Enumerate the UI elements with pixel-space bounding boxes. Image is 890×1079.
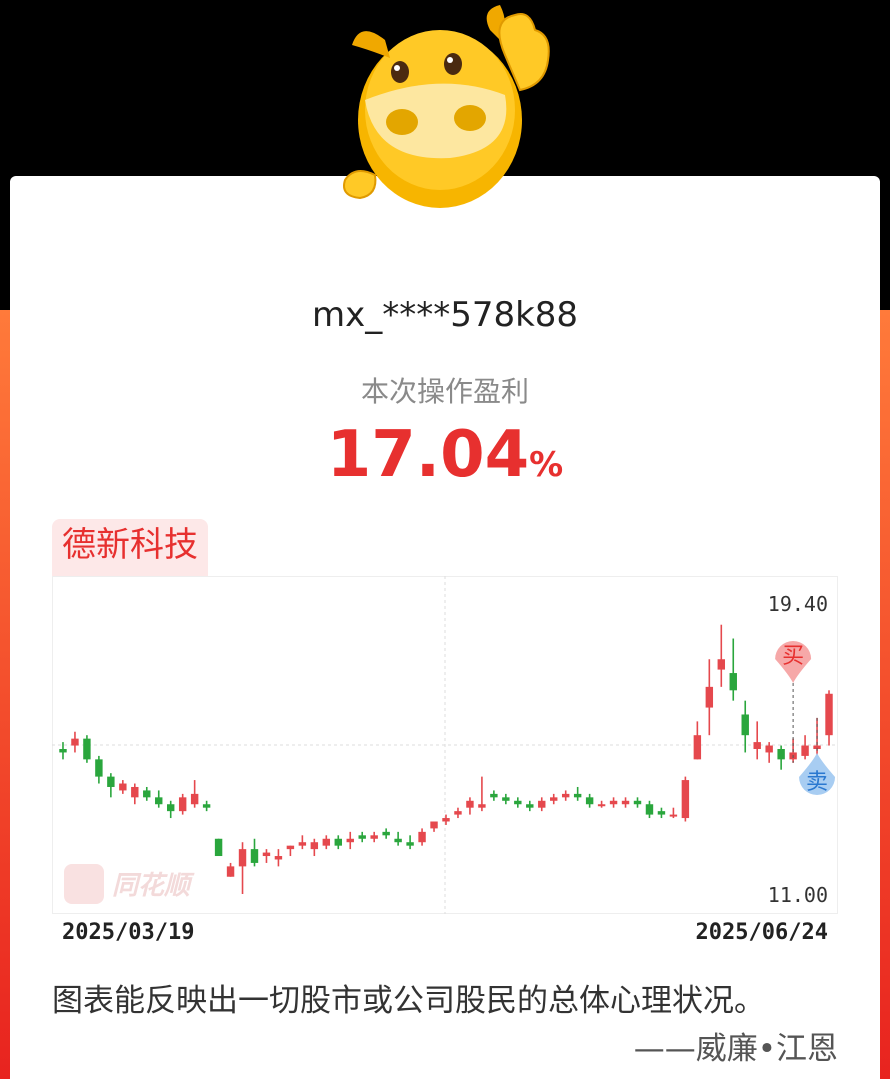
candle-body xyxy=(418,831,426,843)
candle-body xyxy=(729,673,737,691)
candle-body xyxy=(262,852,271,857)
candle-body xyxy=(178,797,187,812)
profit-unit: % xyxy=(529,445,564,485)
candle-body xyxy=(143,790,151,798)
candle-body xyxy=(310,842,319,850)
profit-number: 17.04 xyxy=(326,418,530,492)
candle-body xyxy=(59,749,67,753)
candle-body xyxy=(490,793,498,798)
candle-body xyxy=(346,838,354,843)
candle-body xyxy=(250,849,259,863)
watermark-text: 同花顺 xyxy=(112,870,195,900)
candle-body xyxy=(454,811,462,815)
candle-body xyxy=(502,797,510,801)
buy-marker-label: 买 xyxy=(782,644,804,669)
candle-body xyxy=(801,745,809,756)
candle-body xyxy=(322,838,331,846)
y-min-label: 11.00 xyxy=(768,883,828,907)
watermark: 同花顺 xyxy=(64,864,195,904)
candle-body xyxy=(705,686,714,708)
candle-body xyxy=(753,742,761,749)
candle-body xyxy=(286,845,295,850)
candle-body xyxy=(561,793,570,798)
profit-label: 本次操作盈利 xyxy=(360,375,529,408)
watermark-logo-icon xyxy=(64,864,104,904)
candle-body xyxy=(119,783,127,791)
candle-body xyxy=(741,714,749,736)
candle-body xyxy=(107,776,115,787)
x-start-date: 2025/03/19 xyxy=(62,920,195,945)
candle-body xyxy=(394,838,402,843)
candle-body xyxy=(681,780,690,819)
y-max-label: 19.40 xyxy=(768,592,828,616)
candle-body xyxy=(83,738,91,760)
candle xyxy=(214,838,223,857)
candle-body xyxy=(526,804,534,808)
profit-value: 17.04% xyxy=(0,418,890,492)
candle-body xyxy=(166,804,175,812)
candle xyxy=(681,776,690,822)
candle-body xyxy=(550,797,558,801)
candle-body xyxy=(633,800,642,805)
candle-body xyxy=(585,797,594,805)
candle-body xyxy=(609,800,618,805)
candle-body xyxy=(334,838,342,846)
candle-body xyxy=(406,842,414,846)
quote-author: ——威廉•江恩 xyxy=(633,1031,838,1067)
candle-body xyxy=(71,738,79,746)
candle-body xyxy=(765,745,773,753)
candle-body xyxy=(202,804,211,808)
candle-body xyxy=(645,804,654,815)
candle-body xyxy=(442,818,450,822)
candle-body xyxy=(298,842,307,846)
username: mx_****578k88 xyxy=(311,295,579,335)
candle-body xyxy=(382,831,390,836)
candle-body xyxy=(573,793,582,798)
candle-body xyxy=(777,749,785,760)
mascot-cow-icon xyxy=(343,5,550,208)
candle-body xyxy=(95,759,103,777)
candle-body xyxy=(717,659,726,670)
candle-body xyxy=(214,838,223,857)
candle-body xyxy=(155,797,163,805)
candle-body xyxy=(226,866,235,877)
candle-body xyxy=(478,804,486,808)
candle-body xyxy=(131,786,139,798)
candle-body xyxy=(238,849,247,867)
candle-body xyxy=(358,835,366,839)
candle-body xyxy=(514,800,522,805)
candle-body xyxy=(466,800,474,808)
sell-marker-label: 卖 xyxy=(806,770,828,795)
stock-name-tag: 德新科技 xyxy=(52,519,208,577)
candle-body xyxy=(597,804,606,807)
x-end-date: 2025/06/24 xyxy=(695,920,828,945)
candle-body xyxy=(538,800,546,808)
candle-body xyxy=(825,693,833,736)
candle-body xyxy=(274,856,283,860)
candle-body xyxy=(430,821,438,829)
candle-body xyxy=(621,800,630,805)
quote-text: 图表能反映出一切股市或公司股民的总体心理状况。 xyxy=(52,983,765,1019)
candle-body xyxy=(657,811,666,815)
candle-body xyxy=(190,793,199,805)
candle-body xyxy=(669,814,678,817)
candle xyxy=(83,735,91,763)
candle-body xyxy=(693,735,702,760)
candle-body xyxy=(370,835,378,839)
candlestick-chart: 同花顺 19.40 11.00 买卖 xyxy=(52,576,838,914)
